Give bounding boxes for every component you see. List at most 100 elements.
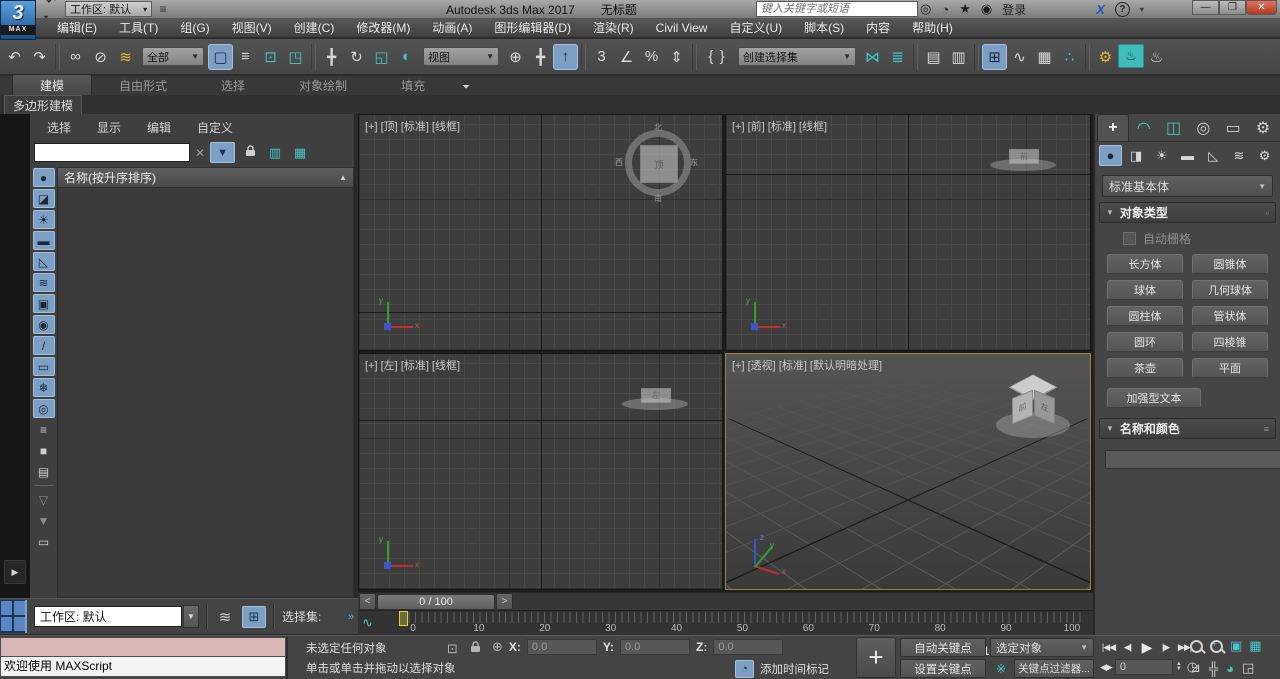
select-object-icon[interactable]: ▢ bbox=[208, 44, 233, 70]
primitive-button[interactable]: 圆柱体 bbox=[1107, 306, 1183, 326]
layer-manager-icon[interactable]: ≋ bbox=[215, 608, 235, 626]
icon-divider[interactable] bbox=[35, 485, 53, 486]
zoom-extents-icon[interactable]: ▣ bbox=[1230, 638, 1242, 654]
render-setup-icon[interactable]: ⚙ bbox=[1093, 44, 1118, 70]
display-geometry-icon[interactable]: ● bbox=[33, 168, 55, 187]
viewcube[interactable]: 前 左 bbox=[994, 368, 1074, 446]
expand-panel-icon[interactable]: ▶ bbox=[4, 560, 26, 584]
selection-filter-dropdown[interactable]: 全部▼ bbox=[142, 47, 204, 66]
listener-script-row[interactable]: 欢迎使用 MAXScript bbox=[0, 657, 286, 677]
viewport-perspective-label[interactable]: [+] [透视] [标准] [默认明暗处理] bbox=[732, 357, 882, 373]
user-icon[interactable]: ◉ bbox=[981, 1, 992, 17]
align-icon[interactable]: ≣ bbox=[885, 44, 910, 70]
viewport-front-label[interactable]: [+] [前] [标准] [线框] bbox=[732, 118, 827, 134]
explorer-menu-item[interactable]: 选择 bbox=[34, 118, 84, 137]
tab-create[interactable]: + bbox=[1097, 114, 1129, 141]
display-lights-icon[interactable]: ☀ bbox=[33, 210, 55, 229]
menu-item[interactable]: 脚本(S) bbox=[793, 18, 855, 38]
viewport-top[interactable]: [+] [顶] [标准] [线框] 顶 北 南 西 东 y x bbox=[358, 114, 723, 351]
cat-spacewarps-icon[interactable]: ≋ bbox=[1228, 145, 1251, 166]
orbit-icon[interactable]: ◕ bbox=[1226, 661, 1234, 676]
set-keys-button[interactable]: + bbox=[856, 637, 896, 678]
window-crossing-icon[interactable]: ◳ bbox=[283, 44, 308, 70]
workspace-dropdown[interactable]: 工作区: 默认▾ bbox=[65, 1, 152, 17]
cat-lights-icon[interactable]: ☀ bbox=[1150, 145, 1173, 166]
scene-explorer-icon[interactable]: ▤ bbox=[921, 44, 946, 70]
auto-key-button[interactable]: 自动关键点 bbox=[900, 638, 986, 657]
unlink-icon[interactable]: ⊘ bbox=[88, 44, 113, 70]
y-coordinate-field[interactable]: 0.0 bbox=[620, 639, 690, 655]
primitive-button[interactable]: 球体 bbox=[1107, 280, 1183, 300]
undo-icon[interactable]: ↶ bbox=[42, 0, 60, 9]
prev-frame-button[interactable]: ◀| bbox=[1119, 638, 1136, 656]
listener-macro-row[interactable] bbox=[0, 637, 286, 657]
track-bar[interactable]: ∿ 0102030405060708090100 bbox=[358, 610, 1093, 635]
filter-disabled-icon[interactable]: ▽ bbox=[33, 490, 55, 509]
bind-spacewarp-icon[interactable]: ≋ bbox=[113, 44, 138, 70]
display-hidden-icon[interactable]: ◎ bbox=[33, 399, 55, 418]
scene-explorer-toggle-icon[interactable]: ⊞ bbox=[242, 606, 266, 628]
primitive-button-textplus[interactable]: 加强型文本 bbox=[1107, 388, 1201, 408]
schematic-view-icon[interactable]: ▦ bbox=[1032, 44, 1057, 70]
rendered-frame-icon[interactable]: ♨ bbox=[1118, 44, 1144, 68]
display-cameras-icon[interactable]: ▬ bbox=[33, 231, 55, 250]
zoom-extents-all-icon[interactable]: ▦ bbox=[1249, 638, 1261, 654]
new-key-mode-icon[interactable]: ※ bbox=[990, 659, 1012, 678]
rollout-pin-icon[interactable]: ▫ bbox=[1266, 208, 1269, 218]
primitive-button[interactable]: 圆锥体 bbox=[1192, 254, 1268, 274]
primitive-button[interactable]: 长方体 bbox=[1107, 254, 1183, 274]
current-frame-field[interactable]: 0 bbox=[1115, 659, 1173, 675]
display-bones-icon[interactable]: / bbox=[33, 336, 55, 355]
menu-item[interactable]: 图形编辑器(D) bbox=[483, 18, 582, 38]
viewport-layout-tabs-icon[interactable] bbox=[0, 600, 27, 633]
toolbar-separator[interactable] bbox=[581, 44, 586, 70]
time-tag-icon[interactable]: ◔ bbox=[735, 660, 754, 678]
tab-hierarchy[interactable]: ◫ bbox=[1159, 114, 1189, 141]
previous-frame-arrow[interactable]: < bbox=[359, 593, 376, 610]
mini-curve-editor-icon[interactable]: ∿ bbox=[362, 615, 373, 631]
restore-button[interactable]: ❐ bbox=[1219, 0, 1246, 15]
keyboard-override-icon[interactable]: ↑ bbox=[553, 44, 578, 70]
viewcube-front-face[interactable]: 前 bbox=[1009, 149, 1039, 164]
toolbar-separator[interactable] bbox=[692, 44, 697, 70]
workspace-selector[interactable]: 工作区: 默认 bbox=[34, 606, 182, 627]
set-key-button[interactable]: 设置关键点 bbox=[900, 659, 986, 678]
curve-editor-icon[interactable]: ∿ bbox=[1007, 44, 1032, 70]
tab-display[interactable]: ▭ bbox=[1218, 114, 1248, 141]
rect-selection-region-icon[interactable]: ⊡ bbox=[258, 44, 283, 70]
key-filters-button[interactable]: 关键点过滤器... bbox=[1014, 659, 1094, 678]
ribbon-toggle-icon[interactable]: ⊞ bbox=[982, 44, 1007, 70]
overflow-chevrons[interactable]: » bbox=[348, 611, 354, 623]
menu-item[interactable]: 视图(V) bbox=[221, 18, 283, 38]
menu-item[interactable]: 内容 bbox=[855, 18, 901, 38]
viewcube[interactable]: 顶 北 南 西 东 bbox=[620, 125, 696, 201]
percent-snap-icon[interactable]: % bbox=[639, 44, 664, 70]
menu-item[interactable]: 创建(C) bbox=[283, 18, 346, 38]
name-column-header[interactable]: 名称(按升序排序) ▲ bbox=[57, 167, 354, 188]
cat-shapes-icon[interactable]: ◨ bbox=[1125, 145, 1148, 166]
primitive-button[interactable]: 茶壶 bbox=[1107, 358, 1183, 378]
menu-item[interactable]: 动画(A) bbox=[421, 18, 483, 38]
display-children-icon[interactable]: ≡ bbox=[33, 420, 55, 439]
display-helpers-icon[interactable]: ◺ bbox=[33, 252, 55, 271]
frame-spinner[interactable]: ▲▼ bbox=[1176, 662, 1182, 672]
display-frozen-icon[interactable]: ❄ bbox=[33, 378, 55, 397]
sort-ascending-icon[interactable]: ▲ bbox=[339, 173, 347, 182]
pick-parent-icon[interactable]: ▥ bbox=[265, 145, 285, 161]
display-shapes-icon[interactable]: ◪ bbox=[33, 189, 55, 208]
explorer-menu-item[interactable]: 自定义 bbox=[184, 118, 246, 137]
menu-item[interactable]: 自定义(U) bbox=[718, 18, 793, 38]
primitive-button[interactable]: 几何球体 bbox=[1192, 280, 1268, 300]
search-communities-icon[interactable]: ◎ bbox=[920, 1, 931, 17]
primitive-button[interactable]: 四棱锥 bbox=[1192, 332, 1268, 352]
display-containers-icon[interactable]: ▭ bbox=[33, 357, 55, 376]
ribbon-tab[interactable]: 选择 bbox=[194, 75, 272, 95]
scene-list-rows[interactable] bbox=[57, 188, 354, 598]
toolbar-overflow-icon[interactable]: ≡ bbox=[154, 1, 172, 17]
select-scale-icon[interactable]: ◱ bbox=[369, 44, 394, 70]
viewport-left-label[interactable]: [+] [左] [标准] [线框] bbox=[365, 357, 460, 373]
mirror-icon[interactable]: ⋈ bbox=[860, 44, 885, 70]
exchange-apps-icon[interactable]: ◔ bbox=[941, 2, 949, 17]
search-filter-icon[interactable]: ▼ bbox=[210, 142, 235, 163]
explorer-menu-item[interactable]: 编辑 bbox=[134, 118, 184, 137]
